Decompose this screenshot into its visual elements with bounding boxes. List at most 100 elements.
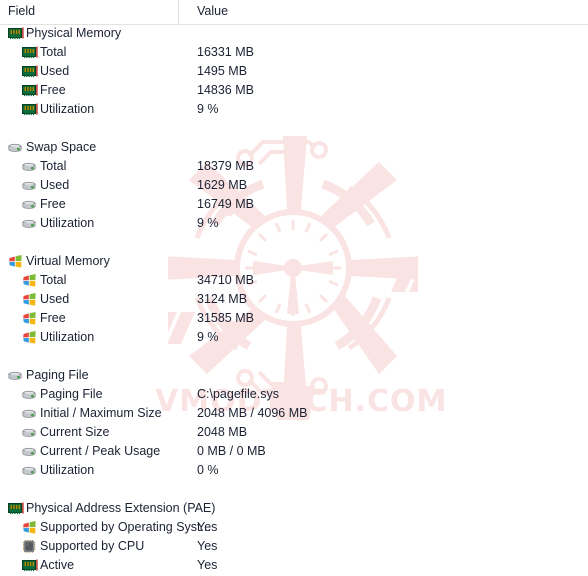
- property-label: Initial / Maximum Size: [40, 406, 162, 420]
- memory-module-icon: [8, 501, 24, 516]
- property-value: 1495 MB: [197, 64, 248, 78]
- property-group-row[interactable]: Swap Space: [0, 138, 588, 157]
- memory-module-icon: [22, 102, 38, 117]
- property-value: Yes: [197, 520, 218, 534]
- property-label: Total: [40, 159, 67, 173]
- memory-module-icon: [22, 64, 38, 79]
- property-value: Yes: [197, 539, 218, 553]
- property-label: Utilization: [40, 330, 95, 344]
- property-row[interactable]: Current Size 2048 MB: [0, 423, 588, 442]
- property-row[interactable]: Used 3124 MB: [0, 290, 588, 309]
- windows-flag-icon: [22, 292, 38, 307]
- memory-module-icon: [22, 83, 38, 98]
- hard-drive-icon: [22, 463, 38, 478]
- memory-module-icon: [22, 558, 38, 573]
- property-list: Physical Memory Total 16331 MB Used 1495…: [0, 24, 588, 575]
- property-value: 9 %: [197, 330, 219, 344]
- cpu-chip-icon: [22, 539, 38, 554]
- property-row[interactable]: Total 18379 MB: [0, 157, 588, 176]
- property-label: Paging File: [26, 368, 89, 382]
- property-value: 3124 MB: [197, 292, 248, 306]
- hard-drive-icon: [22, 178, 38, 193]
- hard-drive-icon: [8, 368, 24, 383]
- property-value: 16749 MB: [197, 197, 254, 211]
- property-label: Active: [40, 558, 75, 572]
- property-value: 9 %: [197, 102, 219, 116]
- property-row[interactable]: Total 16331 MB: [0, 43, 588, 62]
- property-label: Paging File: [40, 387, 103, 401]
- property-value: 18379 MB: [197, 159, 254, 173]
- property-label: Physical Address Extension (PAE): [26, 501, 216, 515]
- memory-module-icon: [22, 45, 38, 60]
- column-header: Field Value: [0, 0, 588, 25]
- row-spacer: [0, 119, 588, 138]
- hard-drive-icon: [22, 387, 38, 402]
- hard-drive-icon: [22, 425, 38, 440]
- property-row[interactable]: Free 16749 MB: [0, 195, 588, 214]
- property-row[interactable]: Initial / Maximum Size 2048 MB / 4096 MB: [0, 404, 588, 423]
- row-spacer: [0, 233, 588, 252]
- row-spacer: [0, 480, 588, 499]
- windows-flag-icon: [22, 311, 38, 326]
- property-value: 31585 MB: [197, 311, 254, 325]
- property-value: 9 %: [197, 216, 219, 230]
- property-label: Used: [40, 178, 70, 192]
- windows-flag-icon: [8, 254, 24, 269]
- property-group-row[interactable]: Physical Address Extension (PAE): [0, 499, 588, 518]
- property-label: Swap Space: [26, 140, 97, 154]
- property-label: Free: [40, 311, 66, 325]
- property-label: Supported by CPU: [40, 539, 145, 553]
- windows-flag-icon: [22, 520, 38, 535]
- property-value: 34710 MB: [197, 273, 254, 287]
- column-divider[interactable]: [178, 0, 179, 24]
- property-label: Current / Peak Usage: [40, 444, 161, 458]
- hard-drive-icon: [22, 159, 38, 174]
- property-group-row[interactable]: Physical Memory: [0, 24, 588, 43]
- column-header-field[interactable]: Field: [8, 4, 35, 18]
- property-label: Virtual Memory: [26, 254, 110, 268]
- row-spacer: [0, 347, 588, 366]
- property-label: Utilization: [40, 463, 95, 477]
- windows-flag-icon: [22, 330, 38, 345]
- property-value: 14836 MB: [197, 83, 254, 97]
- property-value: C:\pagefile.sys: [197, 387, 279, 401]
- column-header-value[interactable]: Value: [197, 4, 228, 18]
- property-value: 2048 MB / 4096 MB: [197, 406, 308, 420]
- property-label: Supported by Operating Syst...: [40, 520, 211, 534]
- hard-drive-icon: [22, 444, 38, 459]
- hard-drive-icon: [8, 140, 24, 155]
- property-label: Utilization: [40, 216, 95, 230]
- hard-drive-icon: [22, 216, 38, 231]
- property-value: 1629 MB: [197, 178, 248, 192]
- property-group-row[interactable]: Paging File: [0, 366, 588, 385]
- property-label: Used: [40, 292, 70, 306]
- property-label: Total: [40, 273, 67, 287]
- property-row[interactable]: Utilization 9 %: [0, 100, 588, 119]
- property-row[interactable]: Supported by CPU Yes: [0, 537, 588, 556]
- property-row[interactable]: Free 31585 MB: [0, 309, 588, 328]
- property-label: Total: [40, 45, 67, 59]
- property-row[interactable]: Used 1495 MB: [0, 62, 588, 81]
- memory-module-icon: [8, 26, 24, 41]
- property-row[interactable]: Paging File C:\pagefile.sys: [0, 385, 588, 404]
- property-row[interactable]: Utilization 9 %: [0, 328, 588, 347]
- property-label: Free: [40, 197, 66, 211]
- property-row[interactable]: Free 14836 MB: [0, 81, 588, 100]
- property-value: 2048 MB: [197, 425, 248, 439]
- property-row[interactable]: Supported by Operating Syst... Yes: [0, 518, 588, 537]
- property-label: Free: [40, 83, 66, 97]
- hard-drive-icon: [22, 197, 38, 212]
- property-row[interactable]: Used 1629 MB: [0, 176, 588, 195]
- property-row[interactable]: Current / Peak Usage 0 MB / 0 MB: [0, 442, 588, 461]
- property-value: Yes: [197, 558, 218, 572]
- property-row[interactable]: Total 34710 MB: [0, 271, 588, 290]
- property-row[interactable]: Utilization 9 %: [0, 214, 588, 233]
- hard-drive-icon: [22, 406, 38, 421]
- property-value: 0 MB / 0 MB: [197, 444, 266, 458]
- property-value: 0 %: [197, 463, 219, 477]
- property-label: Physical Memory: [26, 26, 122, 40]
- property-label: Current Size: [40, 425, 110, 439]
- property-group-row[interactable]: Virtual Memory: [0, 252, 588, 271]
- property-row[interactable]: Utilization 0 %: [0, 461, 588, 480]
- property-row[interactable]: Active Yes: [0, 556, 588, 575]
